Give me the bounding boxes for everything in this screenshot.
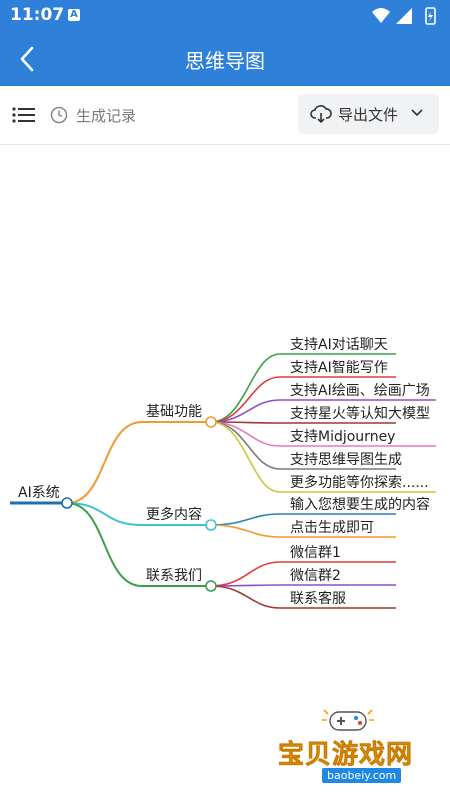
signal-icon [396, 8, 412, 24]
page-title: 思维导图 [185, 49, 265, 73]
leaf-node: 点击生成即可 [290, 520, 374, 536]
cloud-download-icon [310, 105, 332, 124]
chevron-down-icon [411, 109, 423, 117]
leaf-node: 联系客服 [290, 590, 346, 607]
export-dropdown[interactable]: 导出文件 [298, 94, 439, 134]
branch-node: 更多内容 [146, 506, 202, 523]
branch-node-dot [205, 416, 217, 428]
watermark-text: 宝贝游戏网 [278, 740, 414, 771]
status-bar: 11:07 A [0, 0, 450, 32]
branch-connector [66, 421, 211, 504]
status-time: 11:07 [10, 5, 65, 25]
leaf-node: 输入您想要生成的内容 [290, 496, 430, 513]
notification-a-icon: A [68, 9, 80, 21]
leaf-node: 微信群2 [290, 568, 341, 584]
branch-node: 基础功能 [146, 403, 202, 420]
watermark: 宝贝游戏网 baobeiy.com [268, 702, 438, 792]
branch-node-dot [205, 519, 217, 531]
gamepad-icon [322, 709, 374, 731]
leaf-node: 支持思维导图生成 [290, 452, 402, 468]
watermark-url: baobeiy.com [322, 768, 402, 783]
leaf-node: 支持AI对话聊天 [290, 337, 388, 353]
wifi-icon [372, 8, 390, 23]
clock-icon [50, 106, 68, 124]
menu-list-icon[interactable] [12, 106, 36, 124]
leaf-connector [210, 421, 396, 424]
history-label: 生成记录 [76, 107, 137, 125]
leaf-node: 支持AI智能写作 [290, 360, 388, 376]
export-label: 导出文件 [338, 106, 399, 124]
leaf-node: 支持星火等认知大模型 [290, 405, 430, 422]
branch-node: 联系我们 [146, 568, 202, 584]
nav-bar: 思维导图 [0, 32, 450, 86]
leaf-node: 微信群1 [290, 545, 341, 561]
leaf-node: 更多功能等你探索...... [290, 474, 429, 491]
leaf-node: 支持Midjourney [290, 429, 395, 445]
leaf-node: 支持AI绘画、绘画广场 [290, 383, 430, 399]
root-node: AI系统 [18, 485, 60, 501]
leaf-connector [210, 584, 396, 587]
root-node-dot [61, 497, 73, 509]
branch-node-dot [205, 580, 217, 592]
toolbar: 生成记录 导出文件 [0, 86, 450, 145]
system-icons [372, 7, 436, 25]
